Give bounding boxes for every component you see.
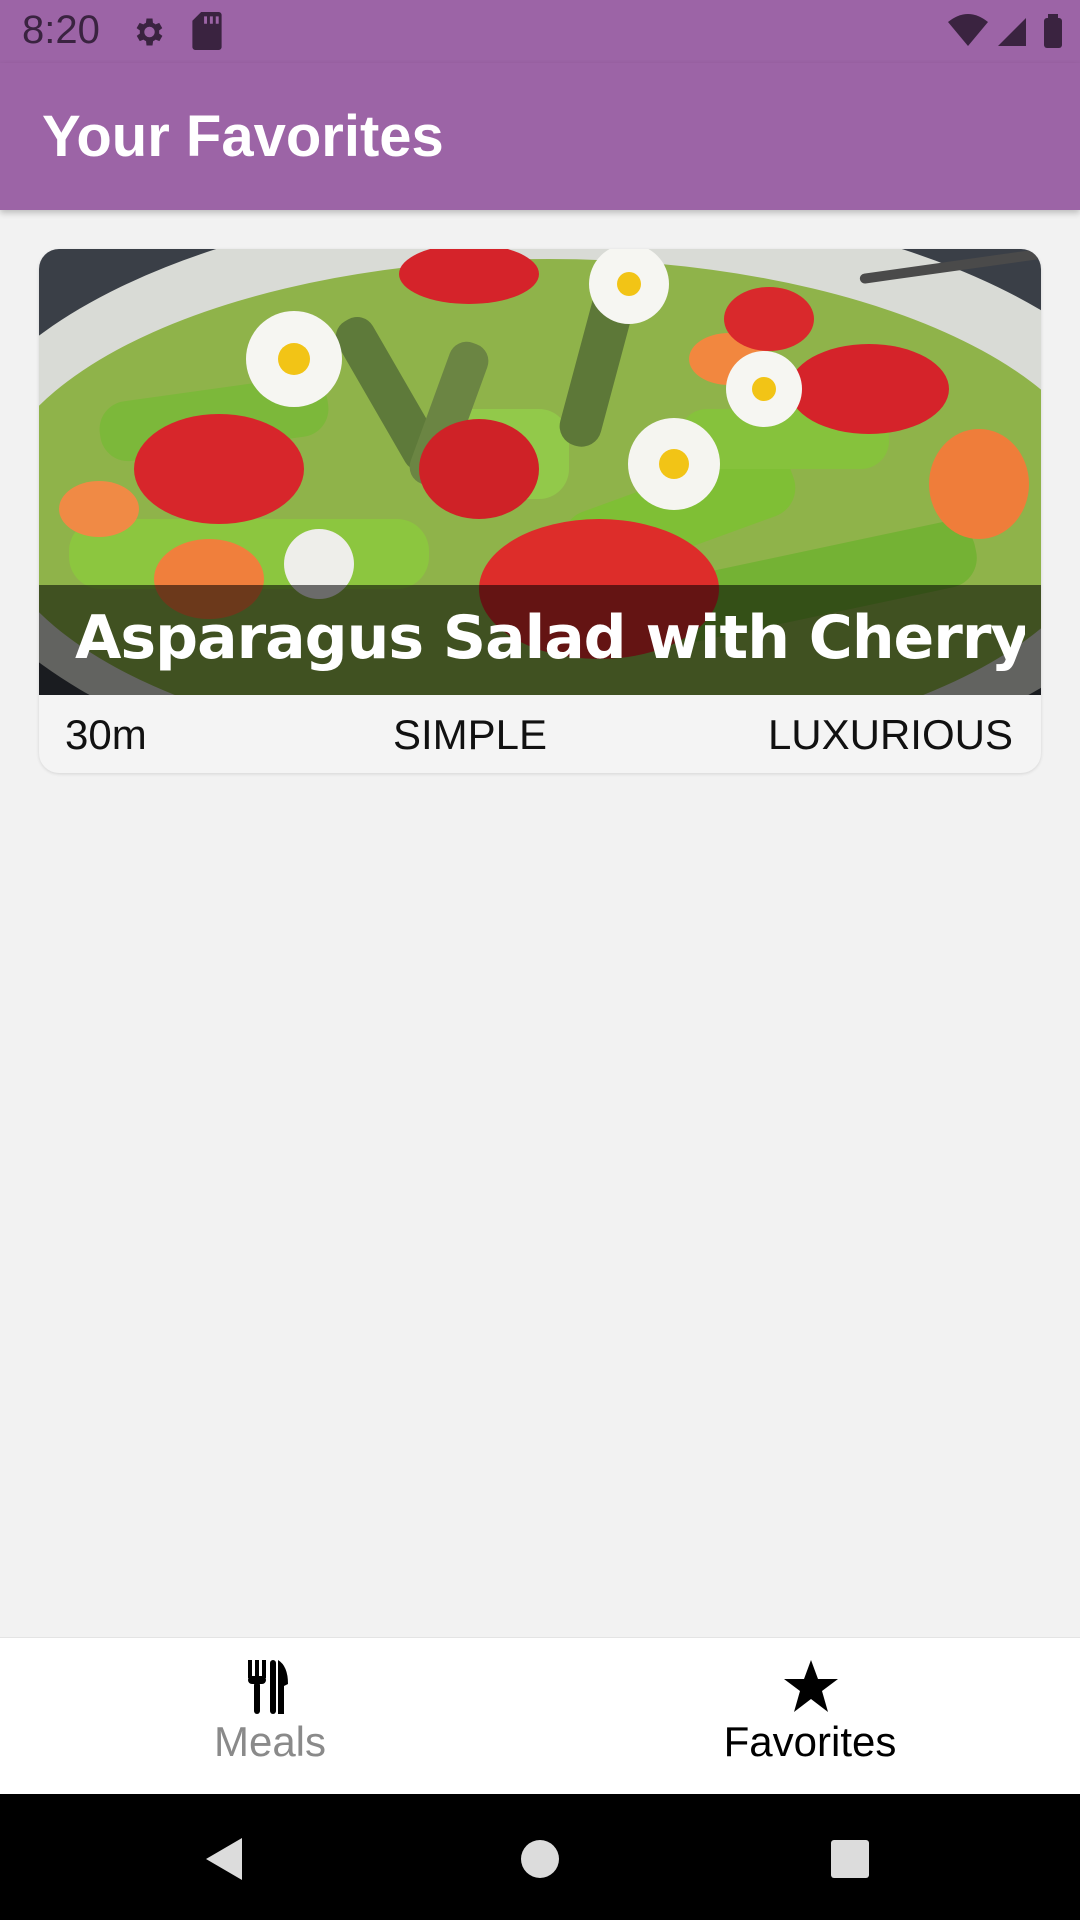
gear-icon (136, 18, 163, 46)
meal-meta-row: 30m SIMPLE LUXURIOUS (39, 695, 1041, 773)
status-right-icons (948, 14, 1062, 48)
battery-icon (1044, 18, 1062, 48)
sd-card-icon (192, 12, 222, 50)
meal-duration: 30m (65, 711, 147, 758)
nav-label-favorites: Favorites (723, 1718, 897, 1765)
recents-icon[interactable] (825, 1834, 875, 1884)
meal-affordability: LUXURIOUS (767, 711, 1013, 758)
restaurant-icon (248, 1660, 288, 1714)
home-icon[interactable] (515, 1834, 565, 1884)
signal-icon (998, 18, 1026, 46)
meal-complexity: SIMPLE (393, 711, 548, 758)
status-time: 8:20 (22, 8, 100, 52)
bottom-navigation: Meals Favorites (0, 1637, 1080, 1795)
meal-title: Asparagus Salad with Cherry... (75, 603, 1025, 673)
star-icon (784, 1660, 838, 1712)
nav-tab-favorites[interactable]: Favorites (540, 1638, 1080, 1795)
nav-tab-meals[interactable]: Meals (0, 1638, 540, 1795)
system-navigation-bar (0, 1794, 1080, 1920)
page-title: Your Favorites (42, 104, 444, 169)
status-bar: 8:20 (0, 0, 1080, 63)
wifi-icon (948, 14, 988, 46)
meal-card[interactable]: Asparagus Salad with Cherry... 30m SIMPL… (39, 249, 1041, 773)
app-bar: Your Favorites (0, 63, 1080, 210)
nav-label-meals: Meals (213, 1718, 327, 1765)
title-overlay: Asparagus Salad with Cherry... (39, 585, 1041, 695)
back-icon[interactable] (200, 1834, 250, 1884)
